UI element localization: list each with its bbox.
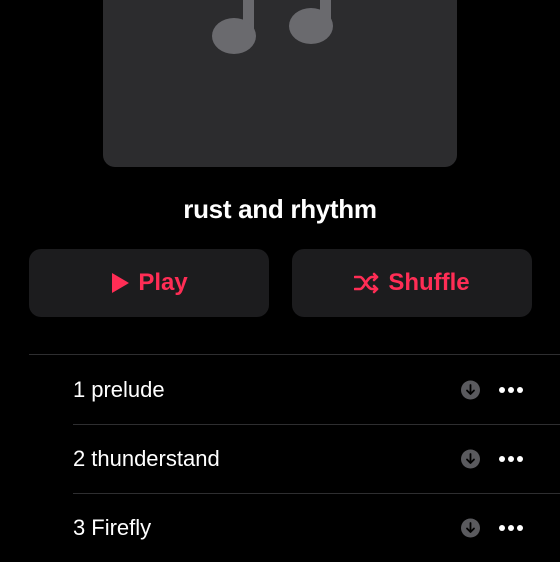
track-row[interactable]: 3 Firefly (73, 493, 560, 562)
more-icon[interactable] (498, 455, 524, 463)
music-note-icon (212, 0, 333, 54)
more-icon[interactable] (498, 386, 524, 394)
track-row[interactable]: 1 prelude (73, 355, 560, 425)
album-artwork (103, 0, 457, 167)
play-icon (110, 272, 130, 294)
shuffle-icon (354, 272, 380, 294)
play-button[interactable]: Play (29, 249, 269, 317)
more-icon[interactable] (498, 524, 524, 532)
track-name: prelude (91, 376, 165, 402)
track-name: thunderstand (91, 445, 220, 471)
track-name: Firefly (91, 514, 152, 540)
download-icon[interactable] (461, 449, 480, 468)
track-row[interactable]: 2 thunderstand (73, 424, 560, 494)
track-number: 2 (73, 445, 86, 471)
download-icon[interactable] (461, 518, 480, 537)
album-title: rust and rhythm (183, 194, 377, 224)
track-title: 3 Firefly (73, 515, 560, 541)
track-title: 2 thunderstand (73, 446, 560, 472)
track-number: 1 (73, 376, 86, 402)
track-number: 3 (73, 514, 86, 540)
track-title: 1 prelude (73, 377, 560, 403)
shuffle-button[interactable]: Shuffle (292, 249, 532, 317)
shuffle-label: Shuffle (388, 269, 470, 296)
download-icon[interactable] (461, 380, 480, 399)
play-label: Play (138, 269, 188, 296)
